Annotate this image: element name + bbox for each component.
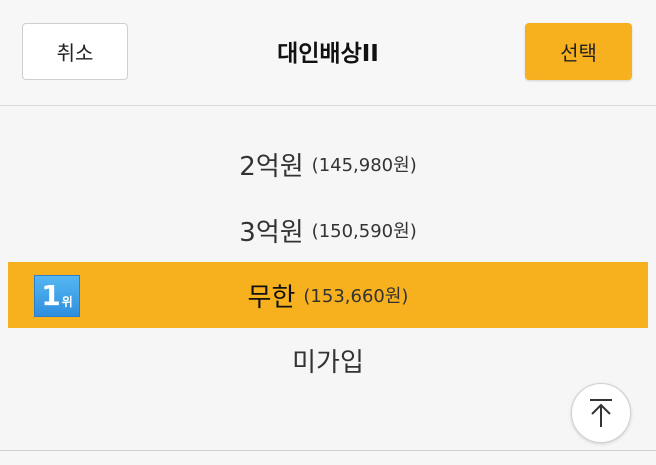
cancel-button[interactable]: 취소 — [22, 23, 128, 80]
option-item-2eok[interactable]: 2억원 (145,980원) — [8, 131, 648, 197]
option-label: 2억원 — [239, 151, 304, 182]
rank-number: 1 — [41, 279, 61, 312]
scroll-to-top-button[interactable] — [571, 383, 631, 443]
option-price: (145,980원) — [311, 155, 417, 176]
option-item-not-enrolled[interactable]: 미가입 — [8, 327, 648, 393]
option-label: 미가입 — [292, 347, 364, 378]
option-price: (153,660원) — [303, 286, 409, 307]
header-bar: 취소 대인배상II 선택 — [0, 0, 656, 106]
option-item-unlimited[interactable]: 1 위 무한 (153,660원) — [8, 262, 648, 328]
bottom-divider — [0, 450, 656, 451]
select-button[interactable]: 선택 — [525, 23, 632, 80]
option-item-3eok[interactable]: 3억원 (150,590원) — [8, 197, 648, 263]
option-label: 무한 — [247, 282, 296, 313]
page-title: 대인배상II — [277, 41, 379, 67]
option-label: 3억원 — [239, 217, 304, 248]
option-price: (150,590원) — [311, 221, 417, 242]
rank-badge: 1 위 — [34, 275, 80, 317]
rank-suffix: 위 — [61, 294, 73, 309]
arrow-up-to-top-icon — [590, 399, 612, 427]
